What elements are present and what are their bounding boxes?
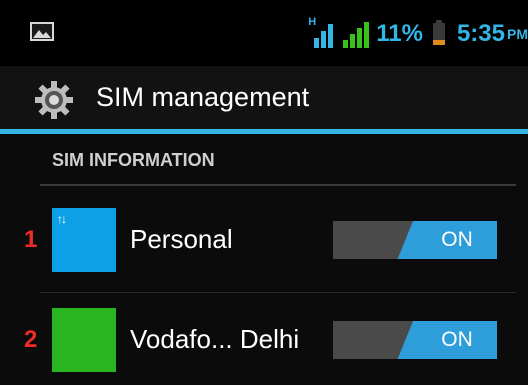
gear-icon[interactable]: [34, 80, 74, 120]
toggle-label: ON: [441, 328, 473, 351]
status-bar: H 11% 5:35 PM: [0, 0, 528, 66]
section-header: SIM INFORMATION: [52, 150, 215, 170]
clock-time: 5:35: [456, 20, 505, 47]
toggle-label: ON: [441, 228, 473, 251]
sim-index-label: 2: [24, 326, 38, 353]
sim-2-toggle[interactable]: ON: [333, 321, 497, 359]
battery-icon: [432, 20, 445, 45]
sim1-signal-icon: H: [308, 16, 336, 48]
sim-card-icon: [52, 308, 116, 372]
sim-name: Personal: [130, 224, 233, 254]
action-bar: SIM management: [0, 66, 528, 129]
clock-ampm: PM: [507, 26, 528, 42]
sim-row-2[interactable]: 2 Vodafo... Delhi ON: [0, 300, 528, 380]
sim2-signal-icon: [341, 20, 370, 48]
sim-row-1[interactable]: 1 ↑↓ Personal ON: [0, 200, 528, 280]
battery-percentage: 11%: [376, 20, 423, 47]
data-transfer-arrows-icon: ↑↓: [57, 212, 67, 226]
sim-management-list: SIM INFORMATION 1 ↑↓ Personal ON 2 Vodaf…: [0, 134, 528, 385]
network-type-indicator: H: [308, 16, 317, 28]
status-icons: H 11% 5:35 PM: [308, 16, 528, 50]
sim-card-icon: ↑↓: [52, 208, 116, 272]
sim-index-label: 1: [24, 226, 38, 253]
sim-name: Vodafo... Delhi: [130, 324, 300, 354]
sim-1-toggle[interactable]: ON: [333, 221, 497, 259]
gallery-notification-icon: [30, 22, 54, 41]
list-divider: [40, 292, 516, 293]
page-title: SIM management: [96, 82, 310, 112]
section-divider: [40, 184, 516, 186]
